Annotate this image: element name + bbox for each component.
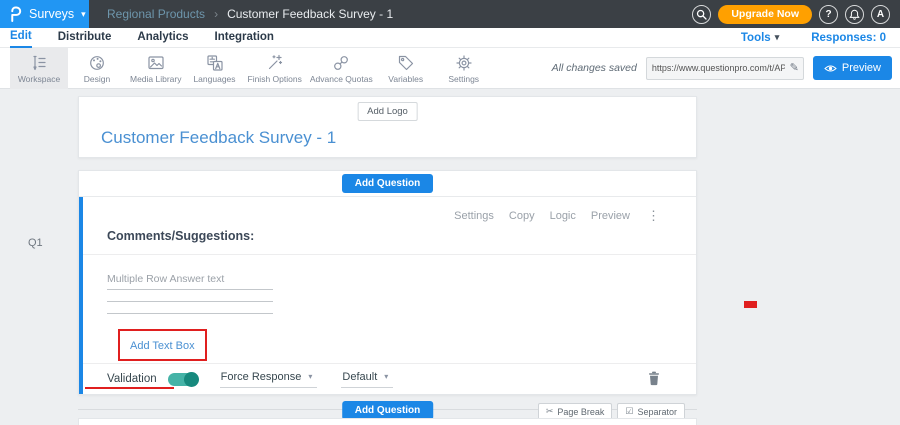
tools-label: Tools [741, 32, 771, 44]
tag-icon [396, 53, 416, 73]
force-response-dropdown[interactable]: Force Response ▾ [220, 371, 318, 388]
upgrade-now-button[interactable]: Upgrade Now [718, 5, 812, 24]
magic-wand-icon [265, 53, 285, 73]
toolbar-item-settings[interactable]: Settings [435, 48, 493, 89]
survey-title[interactable]: Customer Feedback Survey - 1 [101, 128, 336, 148]
toolbar-right: All changes saved ✎ Preview [552, 56, 900, 80]
bell-icon [849, 9, 860, 20]
notifications-button[interactable] [845, 5, 864, 24]
answer-row-line [107, 313, 273, 314]
scissors-icon: ✂ [546, 406, 554, 417]
tab-integration[interactable]: Integration [215, 28, 274, 47]
workspace-icon [29, 53, 49, 73]
next-card-edge [78, 418, 697, 425]
avatar[interactable]: A [871, 5, 890, 24]
toolbar-item-advance-quotas[interactable]: Advance Quotas [306, 48, 377, 89]
breadcrumb-folder[interactable]: Regional Products [107, 7, 205, 21]
header-actions: Upgrade Now ? A [692, 5, 900, 24]
edit-url-icon[interactable]: ✎ [790, 61, 799, 74]
validation-toggle[interactable] [168, 373, 198, 386]
palette-icon [87, 53, 107, 73]
question-logic-link[interactable]: Logic [550, 210, 576, 222]
tab-distribute[interactable]: Distribute [58, 28, 112, 47]
product-label: Surveys [29, 7, 74, 21]
toolbar-item-design[interactable]: Design [68, 48, 126, 89]
validation-label: Validation [107, 373, 157, 385]
help-button[interactable]: ? [819, 5, 838, 24]
nav-right: Tools ▾ Responses: 0 [741, 32, 890, 44]
survey-url-box: ✎ [646, 57, 804, 80]
annotation-red-box: Add Text Box [118, 329, 207, 361]
toolbar-item-variables[interactable]: Variables [377, 48, 435, 89]
eye-icon [824, 64, 837, 73]
toolbar-item-media-library[interactable]: Media Library [126, 48, 186, 89]
breadcrumb-separator-icon: › [214, 7, 218, 21]
answer-row-line [107, 289, 273, 290]
between-questions-row: Add Question ✂ Page Break ☑ Separator [78, 395, 697, 425]
breadcrumb-current-survey: Customer Feedback Survey - 1 [227, 7, 393, 21]
top-header: Surveys ▾ Regional Products › Customer F… [0, 0, 900, 28]
search-button[interactable] [692, 5, 711, 24]
annotation-red-underline [85, 387, 174, 389]
checkbox-checked-icon: ☑ [625, 406, 633, 417]
editor-toolbar: Workspace Design Media Library [0, 48, 900, 89]
responses-count[interactable]: Responses: 0 [811, 32, 886, 44]
add-question-button-top[interactable]: Add Question [342, 174, 434, 193]
toolbar-item-finish-options[interactable]: Finish Options [244, 48, 306, 89]
validation-row: Validation Force Response ▾ Default ▾ [83, 364, 696, 394]
translate-icon [205, 53, 225, 73]
preview-button[interactable]: Preview [813, 56, 892, 80]
kebab-menu-icon[interactable]: ⋮ [647, 208, 660, 224]
question-action-menu: Settings Copy Logic Preview ⋮ [454, 208, 660, 224]
add-question-strip: Add Question [79, 171, 696, 197]
image-icon [146, 53, 166, 73]
answer-row-line [107, 301, 273, 302]
question-card: Add Question Settings Copy Logic Preview… [78, 170, 697, 395]
questionpro-survey-editor: Surveys ▾ Regional Products › Customer F… [0, 0, 900, 425]
gear-icon [454, 53, 474, 73]
toggle-knob [184, 372, 199, 387]
survey-header-card: Add Logo Customer Feedback Survey - 1 [78, 96, 697, 158]
question-settings-link[interactable]: Settings [454, 210, 494, 222]
delete-question-icon[interactable] [648, 371, 660, 386]
search-icon [696, 9, 707, 20]
toolbar-item-workspace[interactable]: Workspace [10, 48, 68, 89]
chevron-down-icon: ▾ [81, 9, 86, 20]
save-status: All changes saved [552, 62, 637, 74]
divider [83, 254, 696, 255]
breadcrumb: Regional Products › Customer Feedback Su… [107, 7, 393, 21]
add-logo-button[interactable]: Add Logo [357, 102, 418, 121]
linked-rings-icon [331, 53, 351, 73]
question-index: Q1 [28, 237, 43, 249]
tools-menu[interactable]: Tools ▾ [741, 32, 779, 44]
questionpro-logo-icon [9, 6, 23, 22]
answer-placeholder[interactable]: Multiple Row Answer text [107, 273, 224, 285]
toolbar-item-languages[interactable]: Languages [186, 48, 244, 89]
main-nav: Edit Distribute Analytics Integration To… [0, 28, 900, 48]
question-preview-link[interactable]: Preview [591, 210, 630, 222]
annotation-red-dash [744, 301, 757, 308]
question-body: Settings Copy Logic Preview ⋮ Comments/S… [79, 197, 696, 394]
survey-url-input[interactable] [647, 63, 803, 73]
chevron-down-icon: ▾ [775, 32, 780, 43]
tab-edit[interactable]: Edit [10, 27, 32, 48]
default-dropdown[interactable]: Default ▾ [341, 371, 393, 388]
question-copy-link[interactable]: Copy [509, 210, 535, 222]
chevron-down-icon: ▾ [308, 372, 312, 381]
tab-analytics[interactable]: Analytics [137, 28, 188, 47]
surveys-product-menu[interactable]: Surveys ▾ [0, 0, 89, 28]
chevron-down-icon: ▾ [384, 372, 388, 381]
add-text-box-link[interactable]: Add Text Box [130, 340, 195, 352]
question-text[interactable]: Comments/Suggestions: [107, 229, 254, 243]
survey-workspace: Q1 Add Logo Customer Feedback Survey - 1… [0, 96, 900, 425]
